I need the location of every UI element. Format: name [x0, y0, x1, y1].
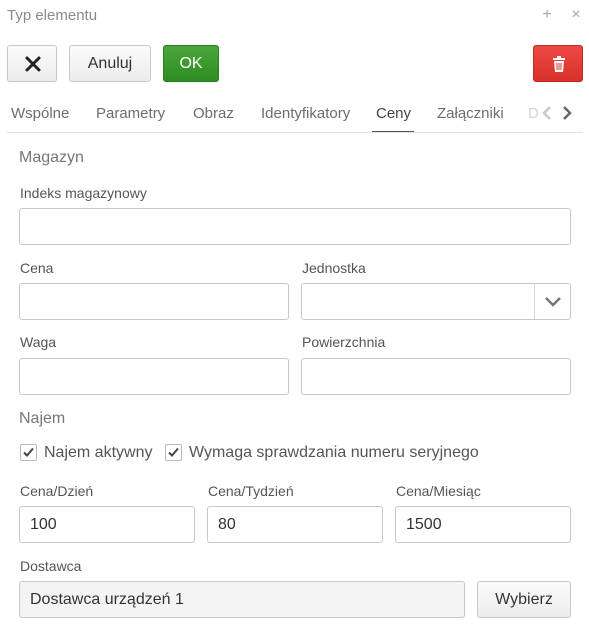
area-input[interactable] — [301, 358, 571, 395]
tab-bar: Wspólne Parametry Obraz Identyfikatory C… — [0, 96, 589, 133]
section-najem-title: Najem — [19, 410, 66, 427]
rent-active-label: Najem aktywny — [44, 444, 153, 461]
index-label: Indeks magazynowy — [20, 185, 147, 201]
trash-icon — [553, 56, 565, 72]
price-label: Cena — [20, 260, 54, 276]
supplier-label: Dostawca — [20, 558, 82, 574]
close-icon[interactable]: × — [566, 4, 586, 26]
tab-divider — [7, 132, 583, 133]
tab-obraz[interactable]: Obraz — [193, 105, 234, 122]
supplier-input[interactable] — [19, 581, 465, 618]
price-week-input[interactable] — [207, 506, 383, 543]
price-day-label: Cena/Dzień — [20, 483, 94, 499]
serial-check-label: Wymaga sprawdzania numeru seryjnego — [189, 444, 479, 461]
unit-select[interactable] — [301, 283, 571, 320]
tab-ceny[interactable]: Ceny — [376, 105, 411, 122]
delete-button[interactable] — [533, 45, 583, 82]
section-magazyn-title: Magazyn — [19, 149, 84, 166]
title-bar: Typ elementu + × — [0, 0, 589, 34]
weight-label: Waga — [20, 334, 57, 350]
weight-input[interactable] — [19, 358, 289, 395]
index-input[interactable] — [19, 208, 571, 245]
unit-label: Jednostka — [302, 260, 366, 276]
price-week-label: Cena/Tydzień — [208, 483, 294, 499]
price-month-label: Cena/Miesiąc — [396, 483, 481, 499]
tab-wspolne[interactable]: Wspólne — [11, 105, 69, 122]
price-month-input[interactable] — [395, 506, 571, 543]
serial-check-checkbox[interactable] — [165, 444, 182, 461]
x-icon — [25, 56, 41, 72]
tab-parametry[interactable]: Parametry — [96, 105, 165, 122]
choose-supplier-button[interactable]: Wybierz — [477, 581, 571, 618]
chevron-left-icon[interactable] — [540, 103, 554, 123]
price-day-input[interactable] — [19, 506, 195, 543]
window-title: Typ elementu — [7, 7, 98, 24]
tab-overflow-partial: D — [528, 105, 539, 122]
select-divider — [534, 284, 535, 319]
plus-icon[interactable]: + — [537, 4, 557, 26]
tab-identyfikatory[interactable]: Identyfikatory — [261, 105, 350, 122]
chevron-down-icon[interactable] — [542, 295, 564, 309]
chevron-right-icon[interactable] — [560, 103, 574, 123]
ok-button[interactable]: OK — [163, 45, 219, 82]
rent-active-checkbox[interactable] — [20, 444, 37, 461]
close-button[interactable] — [7, 45, 57, 82]
tab-zalaczniki[interactable]: Załączniki — [437, 105, 504, 122]
cancel-button[interactable]: Anuluj — [69, 45, 151, 82]
price-input[interactable] — [19, 283, 289, 320]
checkmark-icon — [168, 447, 179, 457]
checkmark-icon — [23, 447, 34, 457]
area-label: Powierzchnia — [302, 334, 386, 350]
